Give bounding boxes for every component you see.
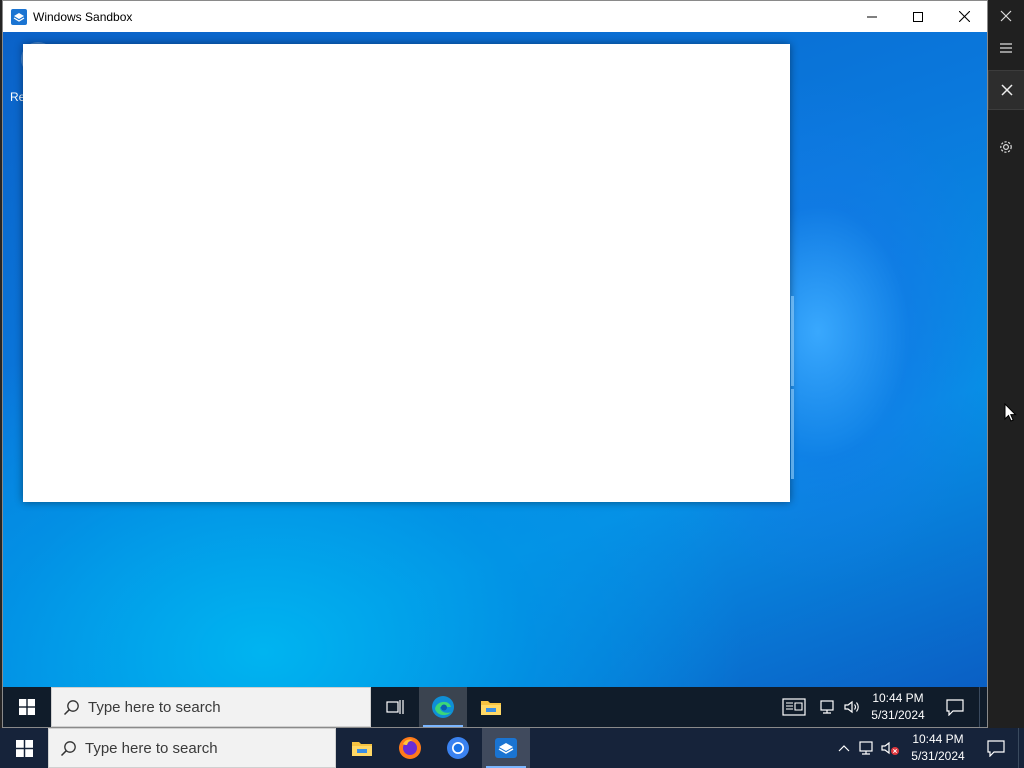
show-desktop-button[interactable] [1018,728,1024,768]
minimize-button[interactable] [849,1,895,32]
task-view-button[interactable] [371,687,419,727]
hamburger-menu-icon[interactable] [988,32,1024,64]
blank-app-window[interactable] [23,44,790,502]
volume-icon[interactable] [839,687,865,727]
edge-icon [432,696,454,718]
window-title: Windows Sandbox [33,9,133,24]
start-button[interactable] [3,687,51,727]
news-widget-icon[interactable] [771,687,817,727]
show-hidden-icons-chevron-icon[interactable] [832,728,856,768]
search-box[interactable]: Type here to search [48,728,336,768]
taskbar-app-chrome[interactable] [434,728,482,768]
search-box[interactable]: Type here to search [51,687,371,727]
folder-icon [481,701,501,715]
sandbox-app-icon [11,8,27,25]
sandbox-window: Windows Sandbox Re Type here to search 1… [2,0,988,728]
close-button[interactable] [941,1,987,32]
firefox-icon [399,737,421,759]
taskbar-app-windows-sandbox[interactable] [482,728,530,768]
clock-date: 5/31/2024 [911,749,965,763]
search-placeholder: Type here to search [88,698,221,716]
chrome-icon [447,737,469,759]
clock-date: 5/31/2024 [871,708,925,722]
host-side-panel [988,0,1024,728]
show-desktop-button[interactable] [979,687,987,727]
window-edge-highlight [791,296,794,386]
taskbar-app-edge[interactable] [419,687,467,727]
settings-gear-icon[interactable] [988,131,1024,163]
host-clock[interactable]: 10:44 PM 5/31/2024 [902,728,974,768]
sandbox-clock[interactable]: 10:44 PM 5/31/2024 [865,687,931,727]
host-taskbar: Type here to search 10:44 PM 5/31/2024 [0,728,1024,768]
panel-close-icon[interactable] [988,0,1024,32]
sandbox-taskbar: Type here to search 10:44 PM 5/31/2024 [3,687,987,727]
maximize-button[interactable] [895,1,941,32]
taskbar-app-firefox[interactable] [386,728,434,768]
window-edge-highlight [791,389,794,479]
search-icon [60,740,77,757]
folder-icon [352,742,372,756]
taskbar-app-file-explorer[interactable] [467,687,515,727]
search-placeholder: Type here to search [85,739,218,757]
mouse-cursor-icon [1004,402,1017,427]
network-icon[interactable] [817,687,839,727]
clock-time: 10:44 PM [912,732,964,746]
taskbar-app-file-explorer[interactable] [338,728,386,768]
windows-logo-icon [15,739,33,757]
start-button[interactable] [0,728,48,768]
search-icon [63,699,80,716]
notification-center-icon[interactable] [931,687,979,727]
windows-logo-icon [19,699,35,715]
sandbox-desktop: Re [3,32,987,687]
sandbox-titlebar[interactable]: Windows Sandbox [3,1,987,32]
volume-muted-icon[interactable] [878,728,902,768]
notification-center-icon[interactable] [974,728,1018,768]
sandbox-icon [495,738,517,758]
clock-time: 10:44 PM [872,691,924,705]
network-icon[interactable] [856,728,878,768]
dismiss-button[interactable] [988,70,1024,110]
task-view-icon [386,700,404,714]
